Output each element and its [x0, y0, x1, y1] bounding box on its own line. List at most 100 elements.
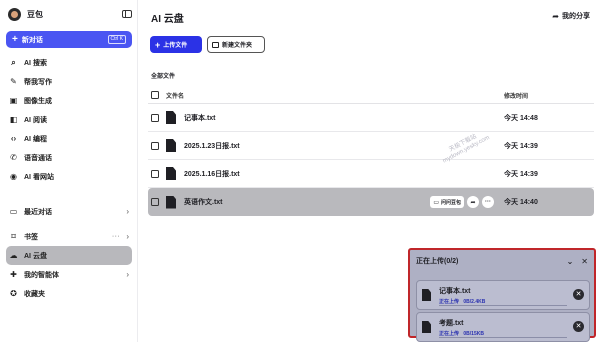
new-folder-button[interactable]: 新建文件夹 — [207, 36, 265, 53]
sidebar-item-label: 帮我写作 — [24, 78, 52, 86]
file-name: 2025.1.23日报.txt — [184, 142, 240, 150]
sidebar-nav-secondary: ▭ 最近对话 › ⌑ 书签 ··· › ☁ AI 云盘 ✚ 我的智能体 › ✪ … — [6, 202, 132, 303]
row-actions: ▭ 问问豆包 ➦ ··· — [427, 196, 494, 208]
sidebar-item-label: AI 看网站 — [24, 173, 54, 181]
row-checkbox[interactable] — [151, 141, 159, 150]
table-row[interactable]: 2025.1.23日报.txt 今天 14:39 — [148, 132, 594, 160]
column-header-time: 修改时间 — [504, 93, 529, 100]
star-icon: ✪ — [10, 288, 17, 298]
collapse-sidebar-icon[interactable] — [122, 10, 132, 18]
ask-doubao-label: 问问豆包 — [440, 199, 461, 206]
share-label: 我的分享 — [562, 13, 590, 20]
file-time: 今天 14:40 — [504, 199, 538, 206]
more-icon[interactable]: ··· — [482, 196, 494, 208]
sidebar-item-ai-code[interactable]: ‹› AI 编程 — [6, 129, 132, 148]
file-name: 记事本.txt — [184, 114, 216, 122]
sidebar-item-label: 我的智能体 — [24, 271, 59, 279]
chat-icon: ▭ — [433, 199, 439, 206]
table-row[interactable]: 2025.1.16日报.txt 今天 14:39 — [148, 160, 594, 188]
file-icon — [166, 111, 176, 124]
user-row[interactable]: 豆包 — [8, 6, 132, 22]
sidebar-item-cloud[interactable]: ☁ AI 云盘 — [6, 246, 132, 265]
file-icon — [422, 289, 431, 301]
sidebar-item-ai-search[interactable]: ⌕ AI 搜索 — [6, 53, 132, 72]
globe-icon: ◉ — [10, 171, 17, 181]
file-time: 今天 14:48 — [504, 114, 538, 122]
image-icon: ▣ — [9, 95, 18, 105]
book-icon: ◧ — [9, 114, 18, 124]
sidebar-item-voice-call[interactable]: ✆ 语音通话 — [6, 148, 132, 167]
file-icon — [422, 321, 431, 333]
code-icon: ‹› — [10, 133, 17, 143]
plus-icon: + — [155, 39, 161, 50]
file-icon — [166, 167, 176, 180]
sidebar-item-bookmarks[interactable]: ⌑ 书签 ··· › — [6, 227, 132, 246]
file-time: 今天 14:39 — [504, 170, 538, 178]
table-row[interactable]: 记事本.txt 今天 14:48 — [148, 104, 594, 132]
file-table: 文件名 修改时间 记事本.txt 今天 14:48 2025.1.23日报.tx… — [148, 87, 594, 216]
new-chat-button[interactable]: + 新对话 Ctrl K — [6, 31, 132, 48]
sidebar: 豆包 + 新对话 Ctrl K ⌕ AI 搜索 ✎ 帮我写作 ▣ 图像生成 ◧ … — [0, 0, 138, 342]
file-time: 今天 14:39 — [504, 142, 538, 150]
cancel-upload-icon[interactable]: ✕ — [573, 289, 584, 300]
upload-file-name: 记事本.txt — [439, 288, 471, 295]
share-icon: ➦ — [552, 11, 559, 21]
row-checkbox[interactable] — [151, 113, 159, 122]
chevron-down-icon[interactable]: ⌄ — [567, 257, 574, 266]
pen-icon: ✎ — [10, 76, 17, 86]
table-header: 文件名 修改时间 — [148, 87, 594, 104]
upload-panel: 正在上传(0/2) ⌄ ✕ 记事本.txt 正在上传 0B/2.4KB ✕ 考题… — [408, 248, 596, 342]
upload-item: 记事本.txt 正在上传 0B/2.4KB ✕ — [416, 280, 590, 310]
chevron-right-icon: › — [126, 232, 129, 241]
breadcrumb[interactable]: 全部文件 — [151, 71, 175, 80]
user-name: 豆包 — [27, 9, 43, 19]
row-checkbox[interactable] — [151, 198, 159, 206]
sidebar-item-image-gen[interactable]: ▣ 图像生成 — [6, 91, 132, 110]
my-share-button[interactable]: ➦ 我的分享 — [552, 11, 590, 21]
chevron-right-icon: › — [126, 270, 129, 279]
file-name: 英语作文.txt — [184, 199, 223, 206]
upload-item: 考题.txt 正在上传 0B/15KB ✕ — [416, 312, 590, 342]
sidebar-item-agents[interactable]: ✚ 我的智能体 › — [6, 265, 132, 284]
share-icon[interactable]: ➦ — [467, 196, 479, 208]
sidebar-item-label: 最近对话 — [24, 208, 52, 216]
new-folder-label: 新建文件夹 — [222, 43, 253, 49]
table-row[interactable]: 英语作文.txt ▭ 问问豆包 ➦ ··· 今天 14:40 — [148, 188, 594, 216]
folder-icon — [212, 41, 219, 48]
sidebar-nav: ⌕ AI 搜索 ✎ 帮我写作 ▣ 图像生成 ◧ AI 阅读 ‹› AI 编程 ✆… — [6, 53, 132, 186]
sidebar-item-label: AI 编程 — [24, 135, 47, 143]
upload-label: 上传文件 — [163, 43, 188, 49]
more-icon[interactable]: ··· — [112, 233, 121, 240]
sidebar-item-recent[interactable]: ▭ 最近对话 › — [6, 202, 132, 221]
upload-progress-bar — [439, 336, 567, 338]
ask-doubao-button[interactable]: ▭ 问问豆包 — [430, 196, 464, 208]
sidebar-item-ai-read[interactable]: ◧ AI 阅读 — [6, 110, 132, 129]
sidebar-item-label: AI 云盘 — [24, 252, 47, 260]
chat-icon: ▭ — [9, 206, 18, 216]
row-checkbox[interactable] — [151, 169, 159, 178]
cancel-upload-icon[interactable]: ✕ — [573, 321, 584, 332]
sidebar-item-label: AI 阅读 — [24, 116, 47, 124]
select-all-checkbox[interactable] — [151, 91, 159, 99]
upload-file-button[interactable]: + 上传文件 — [150, 36, 202, 53]
file-icon — [166, 195, 176, 209]
sidebar-item-label: 收藏夹 — [24, 290, 45, 298]
sidebar-item-favorites[interactable]: ✪ 收藏夹 — [6, 284, 132, 303]
plus-icon: + — [12, 34, 18, 45]
new-chat-label: 新对话 — [21, 36, 43, 44]
avatar[interactable] — [8, 7, 21, 21]
agent-icon: ✚ — [10, 269, 17, 279]
chevron-right-icon: › — [126, 207, 129, 216]
sidebar-item-label: 书签 — [24, 233, 38, 241]
column-header-name: 文件名 — [166, 93, 185, 100]
cloud-icon: ☁ — [9, 250, 18, 260]
upload-progress-bar — [439, 304, 567, 306]
sidebar-item-web[interactable]: ◉ AI 看网站 — [6, 167, 132, 186]
upload-panel-header: 正在上传(0/2) ⌄ ✕ — [410, 250, 594, 272]
sidebar-item-writing[interactable]: ✎ 帮我写作 — [6, 72, 132, 91]
file-name: 2025.1.16日报.txt — [184, 170, 240, 178]
phone-icon: ✆ — [10, 152, 17, 162]
sidebar-item-label: AI 搜索 — [24, 59, 47, 67]
close-icon[interactable]: ✕ — [581, 257, 588, 266]
upload-panel-title: 正在上传(0/2) — [416, 258, 459, 265]
